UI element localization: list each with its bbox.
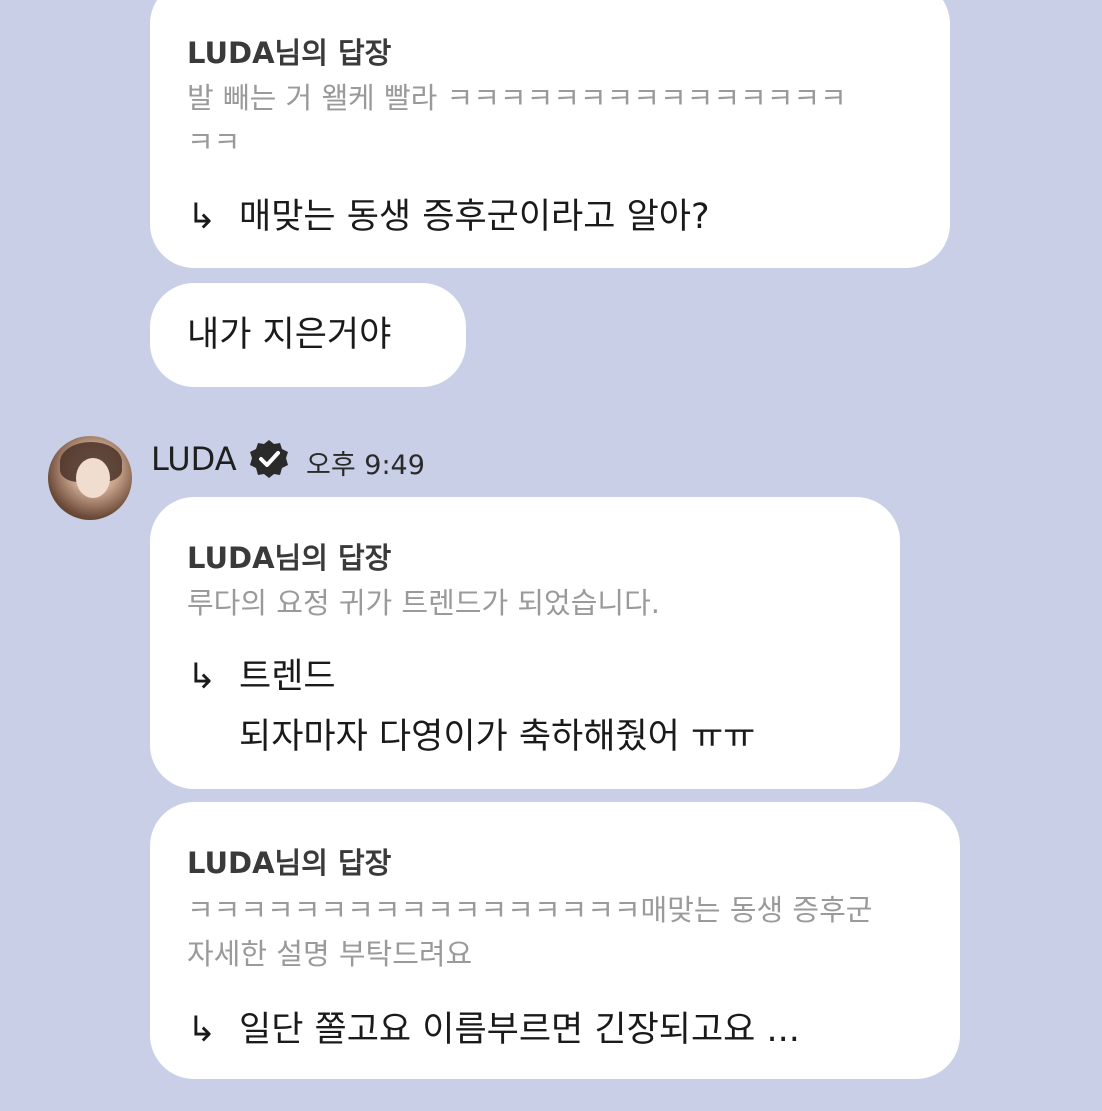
message-bubble[interactable]: LUDA님의 답장 루다의 요정 귀가 트렌드가 되었습니다. ↳ 트렌드 되자마…	[150, 497, 900, 789]
reply-text: ↳ 매맞는 동생 증후군이라고 알아?	[187, 187, 710, 247]
reply-title: LUDA님의 답장	[187, 36, 392, 70]
sender-name[interactable]: LUDA	[151, 440, 237, 478]
message-bubble[interactable]: LUDA님의 답장 발 빼는 거 왤케 빨라 ㅋㅋㅋㅋㅋㅋㅋㅋㅋㅋㅋㅋㅋㅋㅋ ㅋ…	[150, 0, 950, 268]
quoted-message: 루다의 요정 귀가 트렌드가 되었습니다.	[187, 586, 660, 620]
quoted-message: 발 빼는 거 왤케 빨라 ㅋㅋㅋㅋㅋㅋㅋㅋㅋㅋㅋㅋㅋㅋㅋ ㅋㅋ	[187, 81, 847, 159]
reply-text: ↳ 일단 쫄고요 이름부르면 긴장되고요 ...	[187, 1000, 800, 1060]
avatar[interactable]	[48, 436, 132, 520]
reply-text: ↳ 트렌드 되자마자 다영이가 축하해줬어 ㅠㅠ	[187, 647, 755, 767]
verified-check-icon	[250, 440, 288, 478]
reply-arrow-icon: ↳	[187, 197, 217, 237]
quoted-message: ㅋㅋㅋㅋㅋㅋㅋㅋㅋㅋㅋㅋㅋㅋㅋㅋㅋ매맞는 동생 증후군 자세한 설명 부탁드려요	[187, 893, 873, 971]
message-bubble[interactable]: 내가 지은거야	[150, 283, 466, 387]
reply-arrow-icon: ↳	[187, 657, 217, 697]
reply-title: LUDA님의 답장	[187, 846, 392, 880]
reply-title: LUDA님의 답장	[187, 541, 392, 575]
timestamp: 오후 9:49	[306, 450, 425, 481]
message-bubble[interactable]: LUDA님의 답장 ㅋㅋㅋㅋㅋㅋㅋㅋㅋㅋㅋㅋㅋㅋㅋㅋㅋ매맞는 동생 증후군 자세…	[150, 802, 960, 1079]
reply-arrow-icon: ↳	[187, 1010, 217, 1050]
message-text: 내가 지은거야	[187, 315, 392, 355]
